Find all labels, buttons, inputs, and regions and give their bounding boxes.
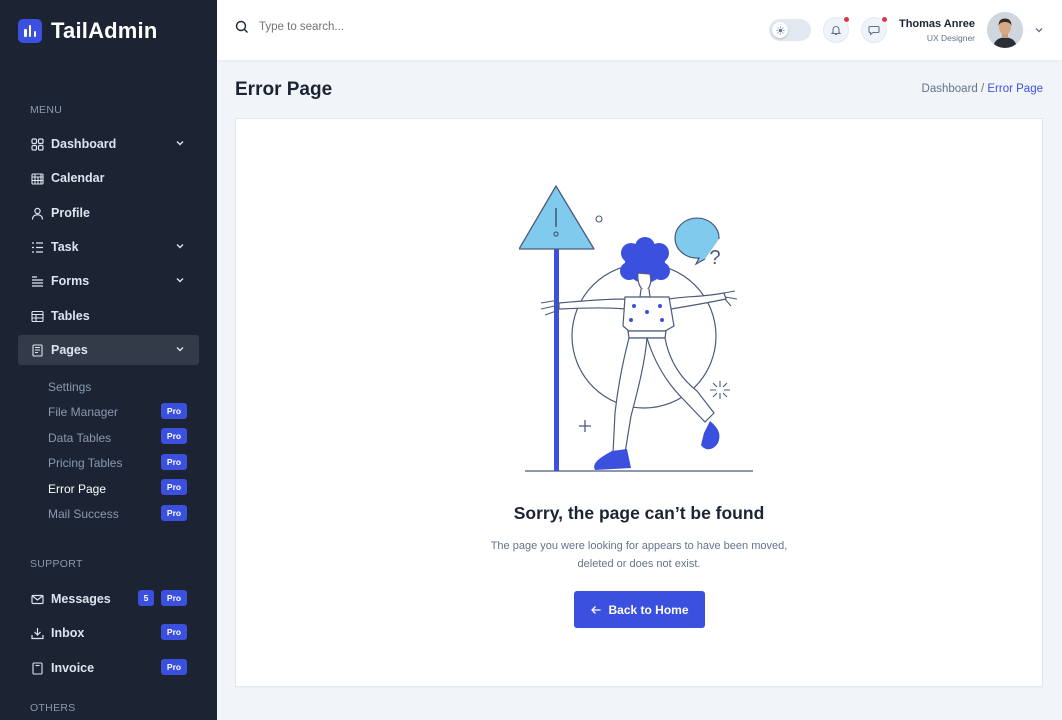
sidebar-item-label: Invoice bbox=[51, 661, 95, 675]
sidebar-item-label: Task bbox=[51, 240, 79, 254]
breadcrumb-link-dashboard[interactable]: Dashboard / bbox=[922, 83, 985, 95]
logo-icon bbox=[18, 19, 42, 43]
pro-badge: Pro bbox=[161, 428, 187, 444]
sidebar-item-label: Dashboard bbox=[51, 137, 117, 151]
sidebar-item-label: Pages bbox=[51, 343, 88, 357]
sidebar-item-label: Forms bbox=[51, 274, 90, 288]
error-card: ? Sorry, the page can’t be found The pag… bbox=[235, 118, 1043, 687]
menu-section-label: MENU bbox=[30, 104, 63, 116]
inbox-icon bbox=[30, 626, 44, 640]
bell-icon bbox=[830, 26, 842, 36]
invoice-icon bbox=[30, 661, 44, 675]
grid-icon bbox=[30, 137, 44, 151]
list-icon bbox=[30, 240, 44, 254]
notification-dot bbox=[881, 16, 888, 23]
submenu-item-pricing-tables[interactable]: Pricing Tables bbox=[48, 456, 122, 470]
sidebar-item-profile[interactable]: Profile bbox=[18, 198, 199, 228]
messages-button[interactable] bbox=[861, 16, 888, 43]
chevron-down-icon[interactable] bbox=[1034, 25, 1044, 35]
dark-mode-toggle[interactable] bbox=[769, 19, 811, 41]
sidebar-item-label: Inbox bbox=[51, 626, 85, 640]
messages-count-badge: 5 bbox=[138, 590, 154, 606]
sidebar-item-task[interactable]: Task bbox=[18, 232, 199, 262]
sidebar-item-forms[interactable]: Forms bbox=[18, 266, 199, 296]
notification-dot bbox=[843, 16, 850, 23]
pro-badge: Pro bbox=[161, 590, 187, 606]
brand-name: TailAdmin bbox=[51, 18, 158, 43]
pro-badge: Pro bbox=[161, 454, 187, 470]
breadcrumb-current: Error Page bbox=[987, 83, 1043, 95]
sidebar-item-pages[interactable]: Pages bbox=[18, 335, 199, 365]
mail-icon bbox=[30, 592, 44, 606]
chevron-down-icon bbox=[176, 347, 184, 352]
sidebar: TailAdmin MENU Dashboard Calendar Profil… bbox=[0, 0, 217, 720]
others-section-label: OTHERS bbox=[30, 702, 76, 714]
arrow-left-icon bbox=[591, 605, 601, 614]
sidebar-item-tables[interactable]: Tables bbox=[18, 301, 199, 331]
submenu-item-settings[interactable]: Settings bbox=[48, 380, 91, 394]
pro-badge: Pro bbox=[161, 505, 187, 521]
breadcrumb: Dashboard / Error Page bbox=[922, 83, 1043, 95]
search-input[interactable] bbox=[259, 21, 459, 33]
sidebar-item-label: Calendar bbox=[51, 171, 105, 185]
svg-text:?: ? bbox=[709, 247, 720, 269]
user-role: UX Designer bbox=[926, 33, 975, 43]
pro-badge: Pro bbox=[161, 403, 187, 419]
sidebar-item-dashboard[interactable]: Dashboard bbox=[18, 129, 199, 159]
sidebar-item-calendar[interactable]: Calendar bbox=[18, 163, 199, 193]
top-header: Thomas Anree UX Designer bbox=[217, 0, 1062, 60]
table-icon bbox=[30, 309, 44, 323]
back-to-home-label: Back to Home bbox=[608, 602, 689, 617]
submenu-item-file-manager[interactable]: File Manager bbox=[48, 405, 118, 419]
submenu-item-error-page[interactable]: Error Page bbox=[48, 482, 106, 496]
chevron-down-icon bbox=[176, 141, 184, 146]
pro-badge: Pro bbox=[161, 624, 187, 640]
chat-icon bbox=[868, 25, 880, 36]
sidebar-item-label: Tables bbox=[51, 309, 90, 323]
notifications-button[interactable] bbox=[823, 16, 850, 43]
avatar[interactable] bbox=[987, 12, 1023, 48]
pro-badge: Pro bbox=[161, 659, 187, 675]
search-icon bbox=[235, 20, 248, 33]
submenu-item-mail-success[interactable]: Mail Success bbox=[48, 507, 119, 521]
form-icon bbox=[30, 274, 44, 288]
sidebar-item-label: Profile bbox=[51, 206, 90, 220]
sidebar-item-label: Messages bbox=[51, 592, 111, 606]
pro-badge: Pro bbox=[161, 479, 187, 495]
page-title: Error Page bbox=[235, 79, 333, 100]
user-name[interactable]: Thomas Anree bbox=[899, 18, 975, 30]
brand-logo[interactable]: TailAdmin bbox=[18, 18, 158, 44]
support-section-label: SUPPORT bbox=[30, 558, 83, 570]
sun-icon bbox=[772, 22, 788, 38]
error-title: Sorry, the page can’t be found bbox=[513, 503, 765, 523]
back-to-home-button[interactable]: Back to Home bbox=[574, 591, 705, 628]
error-description: The page you were looking for appears to… bbox=[490, 540, 788, 570]
submenu-item-data-tables[interactable]: Data Tables bbox=[48, 431, 111, 445]
chevron-down-icon bbox=[176, 278, 184, 283]
chevron-down-icon bbox=[176, 244, 184, 249]
pages-icon bbox=[30, 343, 44, 357]
user-icon bbox=[30, 206, 44, 220]
error-illustration: ? bbox=[519, 185, 753, 472]
calendar-icon bbox=[30, 171, 44, 185]
search-bar[interactable] bbox=[235, 20, 459, 34]
